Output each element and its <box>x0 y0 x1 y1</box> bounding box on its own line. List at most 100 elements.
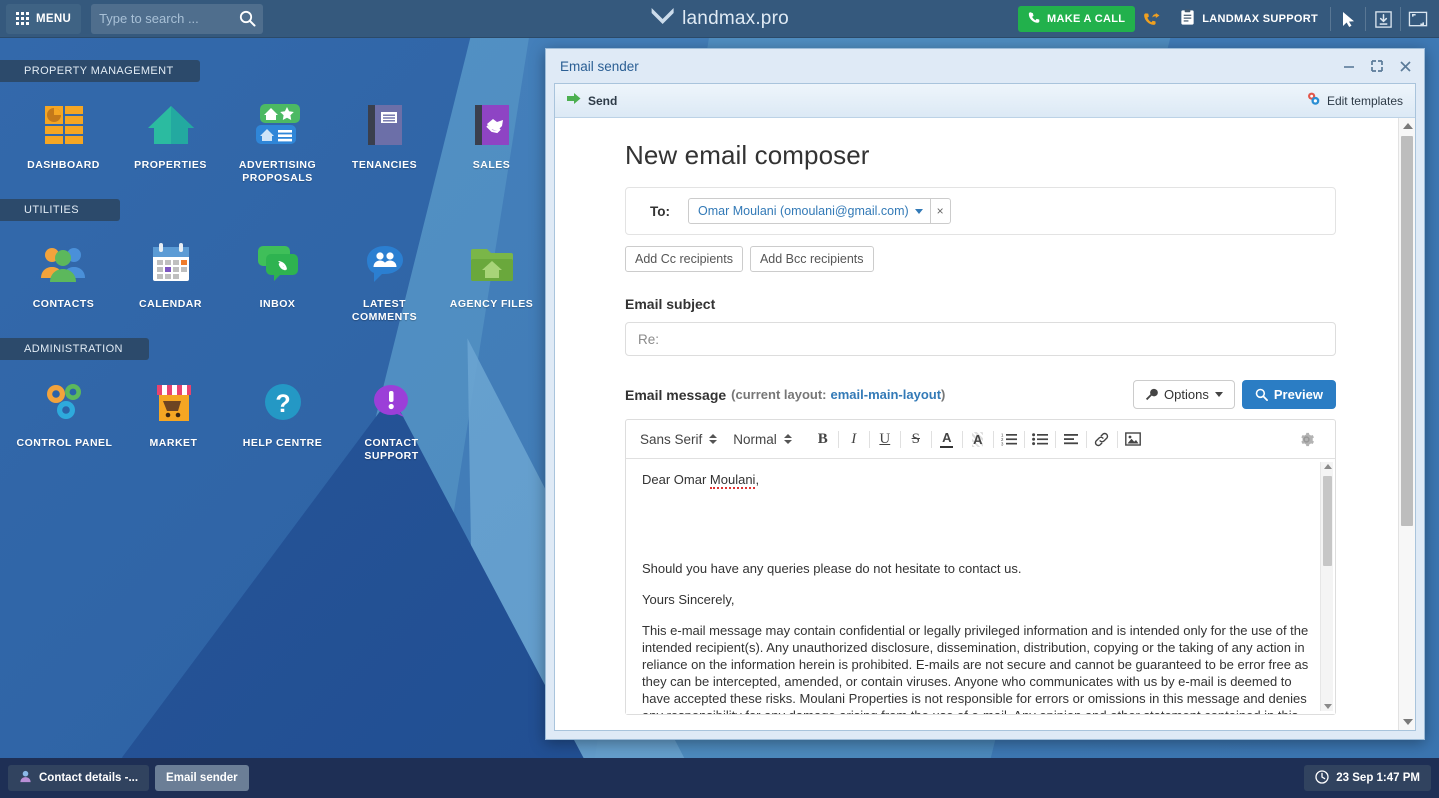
font-size-select[interactable]: Normal <box>733 432 792 447</box>
app-label: SALES <box>438 159 545 172</box>
insert-image-icon[interactable] <box>1118 425 1148 453</box>
menu-button[interactable]: MENU <box>6 4 81 34</box>
clock-icon <box>1315 770 1329 787</box>
scroll-down-arrow-icon[interactable] <box>1324 704 1332 709</box>
app-label: TENANCIES <box>331 159 438 172</box>
italic-icon[interactable]: I <box>839 425 869 453</box>
search-input[interactable] <box>99 11 239 26</box>
app-contact-support[interactable]: CONTACT SUPPORT <box>337 370 446 463</box>
app-help-centre[interactable]: ? HELP CENTRE <box>228 370 337 463</box>
support-card-icon <box>1179 9 1196 29</box>
scroll-up-arrow-icon[interactable] <box>1324 464 1332 469</box>
app-sales[interactable]: SALES <box>438 92 545 185</box>
app-label: CONTACT SUPPORT <box>337 437 446 463</box>
highlight-color-icon[interactable]: A <box>963 425 993 453</box>
text-color-icon[interactable]: A <box>932 425 962 453</box>
window-body: New email composer To: Omar Moulani (omo… <box>555 118 1415 730</box>
window-scrollbar-thumb[interactable] <box>1401 136 1413 526</box>
wrench-icon <box>1145 388 1158 401</box>
app-advertising-proposals[interactable]: ADVERTISING PROPOSALS <box>224 92 331 185</box>
options-button[interactable]: Options <box>1133 380 1235 409</box>
send-label: Send <box>588 94 617 108</box>
message-label: Email message <box>625 387 726 403</box>
fullscreen-icon[interactable] <box>1403 0 1433 38</box>
editor-scrollbar-thumb[interactable] <box>1323 476 1332 566</box>
subject-input[interactable] <box>625 322 1336 356</box>
app-contacts[interactable]: CONTACTS <box>10 231 117 324</box>
font-family-select[interactable]: Sans Serif <box>640 432 717 447</box>
cc-bcc-row: Add Cc recipients Add Bcc recipients <box>625 246 1336 272</box>
edit-templates-button[interactable]: Edit templates <box>1306 91 1403 111</box>
email-greeting: Dear Omar Moulani, <box>642 471 1317 488</box>
chevron-updown-icon <box>784 434 792 444</box>
taskbar: Contact details -... Email sender 23 Sep… <box>0 758 1439 798</box>
align-icon[interactable] <box>1056 425 1086 453</box>
app-row-administration: CONTROL PANEL MARKET ? <box>0 370 545 463</box>
search-icon <box>1255 388 1268 401</box>
cursor-icon[interactable] <box>1333 0 1363 38</box>
scroll-up-arrow-icon[interactable] <box>1403 123 1413 129</box>
close-icon[interactable] <box>1392 53 1418 79</box>
strikethrough-icon[interactable]: S <box>901 425 931 453</box>
taskbar-clock[interactable]: 23 Sep 1:47 PM <box>1304 765 1431 791</box>
editor-scrollbar[interactable] <box>1320 462 1333 711</box>
app-tenancies[interactable]: TENANCIES <box>331 92 438 185</box>
app-control-panel[interactable]: CONTROL PANEL <box>10 370 119 463</box>
make-a-call-label: MAKE A CALL <box>1047 13 1125 25</box>
recipient-chip-dropdown[interactable]: Omar Moulani (omoulani@gmail.com) <box>689 199 930 223</box>
add-cc-button[interactable]: Add Cc recipients <box>625 246 743 272</box>
person-icon <box>19 770 32 786</box>
app-market[interactable]: MARKET <box>119 370 228 463</box>
app-calendar[interactable]: CALENDAR <box>117 231 224 324</box>
search-box[interactable] <box>91 4 263 34</box>
send-button[interactable]: Send <box>567 92 617 110</box>
market-shop-icon <box>119 374 228 432</box>
email-signoff-line: Yours Sincerely, <box>642 591 1317 608</box>
app-label: CALENDAR <box>117 298 224 311</box>
minimize-icon[interactable] <box>1336 53 1362 79</box>
topbar-actions: MAKE A CALL LANDMAX SUPPORT <box>1018 0 1433 38</box>
preview-button[interactable]: Preview <box>1242 380 1336 409</box>
make-a-call-button[interactable]: MAKE A CALL <box>1018 6 1135 32</box>
comments-icon <box>331 235 438 293</box>
app-label: ADVERTISING PROPOSALS <box>224 159 331 185</box>
landmax-support-button[interactable]: LANDMAX SUPPORT <box>1169 0 1328 38</box>
settings-gear-icon[interactable] <box>1291 425 1321 453</box>
recipient-chip[interactable]: Omar Moulani (omoulani@gmail.com) × <box>688 198 951 224</box>
app-inbox[interactable]: INBOX <box>224 231 331 324</box>
advertising-proposals-icon <box>224 96 331 154</box>
to-label: To: <box>650 204 670 219</box>
app-properties[interactable]: PROPERTIES <box>117 92 224 185</box>
bold-icon[interactable]: B <box>808 425 838 453</box>
download-icon[interactable] <box>1368 0 1398 38</box>
app-latest-comments[interactable]: LATEST COMMENTS <box>331 231 438 324</box>
inbox-chat-icon <box>224 235 331 293</box>
recipients-panel[interactable]: To: Omar Moulani (omoulani@gmail.com) × <box>625 187 1336 235</box>
maximize-icon[interactable] <box>1364 53 1390 79</box>
underline-icon[interactable]: U <box>870 425 900 453</box>
add-bcc-button[interactable]: Add Bcc recipients <box>750 246 874 272</box>
app-dashboard[interactable]: DASHBOARD <box>10 92 117 185</box>
ordered-list-icon[interactable]: 123 <box>994 425 1024 453</box>
topbar-divider-2 <box>1365 7 1366 31</box>
message-action-buttons: Options Preview <box>1133 380 1336 409</box>
window-scrollbar[interactable] <box>1398 118 1415 730</box>
window-title-bar[interactable]: Email sender <box>546 49 1424 83</box>
link-icon[interactable] <box>1087 425 1117 453</box>
app-agency-files[interactable]: AGENCY FILES <box>438 231 545 324</box>
topbar-divider-1 <box>1330 7 1331 31</box>
house-icon <box>117 96 224 154</box>
taskbar-item-email-sender[interactable]: Email sender <box>155 765 249 791</box>
bullet-list-icon[interactable] <box>1025 425 1055 453</box>
search-icon[interactable] <box>239 10 256 32</box>
scroll-down-arrow-icon[interactable] <box>1403 719 1413 725</box>
preview-label: Preview <box>1274 387 1323 402</box>
taskbar-item-contact-details[interactable]: Contact details -... <box>8 765 149 791</box>
call-transfer-icon[interactable] <box>1137 0 1167 38</box>
recipient-remove-button[interactable]: × <box>930 199 950 223</box>
editor-content-area[interactable]: Dear Omar Moulani, Should you have any q… <box>626 459 1335 714</box>
layout-name-link[interactable]: email-main-layout <box>831 387 942 402</box>
chevron-down-icon <box>915 209 923 214</box>
app-label: CONTACTS <box>10 298 117 311</box>
email-disclaimer: This e-mail message may contain confiden… <box>642 622 1317 714</box>
